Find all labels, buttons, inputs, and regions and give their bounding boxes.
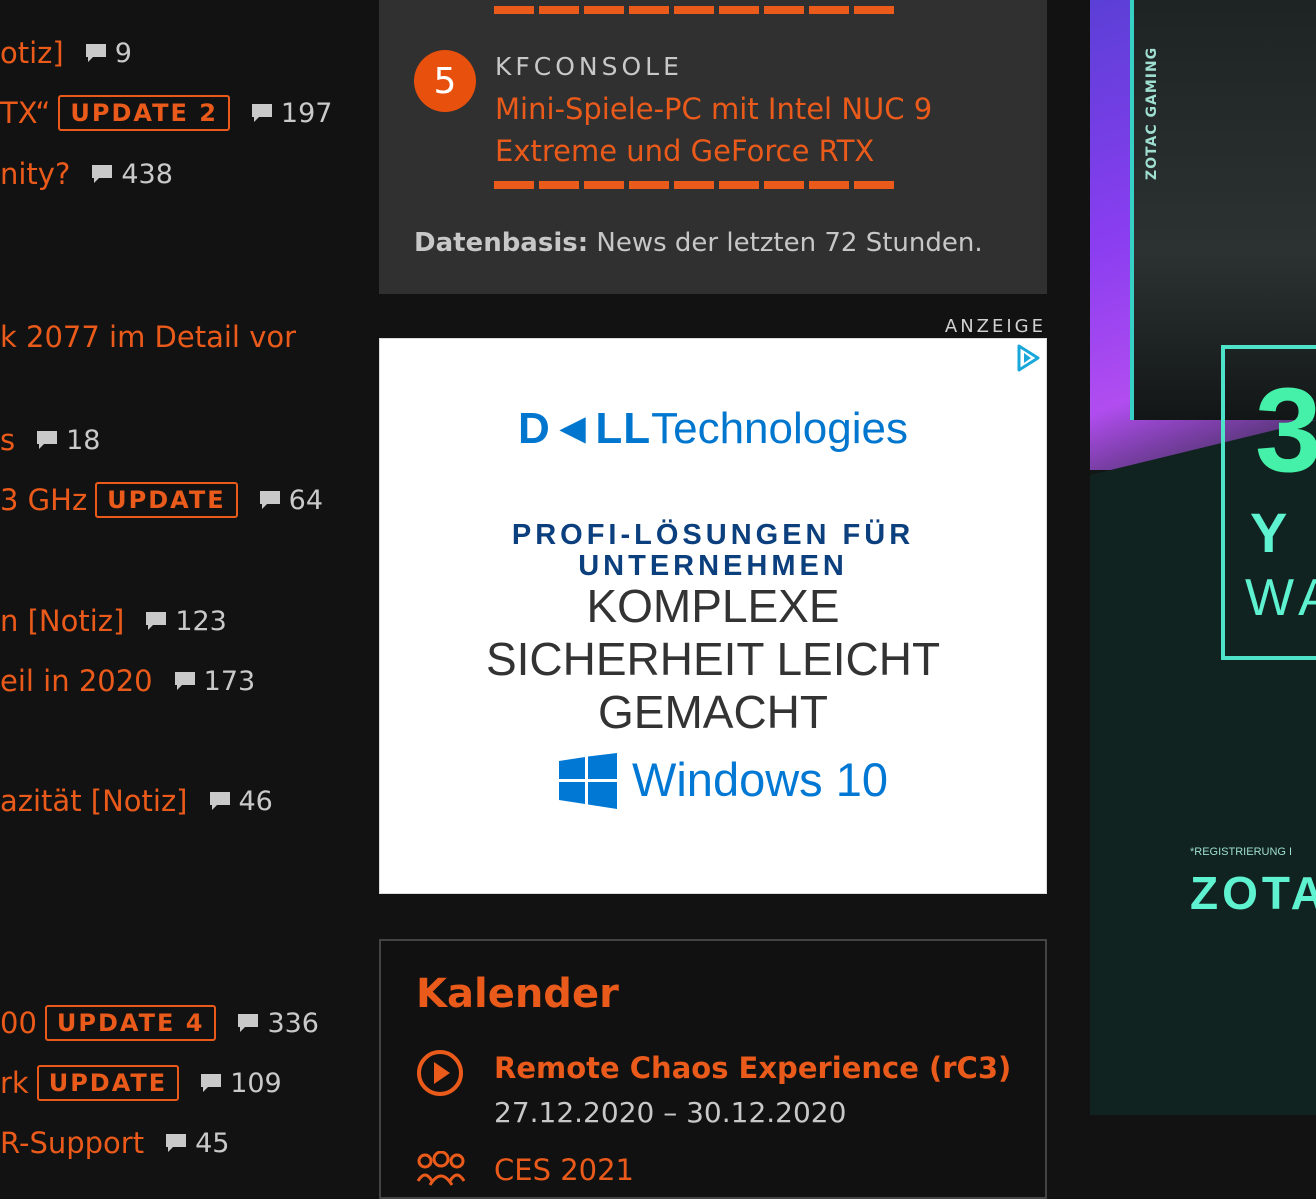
comment-count[interactable]: 46 [208,786,273,817]
comment-bubble-icon [92,165,113,183]
calendar-event-link[interactable]: Remote Chaos Experience (rC3) [494,1051,1011,1085]
news-item-title[interactable]: s [0,423,15,457]
comment-bubble-icon [209,792,230,810]
comment-count-value: 173 [203,665,256,697]
zotac-gaming-vertical-label: ZOTAC GAMING [1144,46,1160,180]
data-basis-text: News der letzten 72 Stunden. [596,228,983,258]
warranty-years-label: Y [1250,501,1304,564]
news-item-title[interactable]: 00 [0,1006,37,1040]
calendar-panel: Kalender Remote Chaos Experience (rC3) 2… [379,939,1047,1199]
warranty-years-number: 3 [1255,363,1316,497]
comment-count[interactable]: 197 [250,97,333,129]
news-item-title[interactable]: 3 GHz [0,483,87,517]
comment-bubble-icon [259,491,280,509]
comment-count-value: 18 [66,424,101,456]
rank-category: KFCONSOLE [495,52,683,81]
comment-bubble-icon [146,612,167,630]
ad-label: ANZEIGE [944,316,1046,337]
news-list: otiz] 9 TX“ UPDATE 2 197 nity? 438 k 2077 im De… [0,0,360,1182]
comment-bubble-icon [238,1014,259,1032]
update-badge: UPDATE 2 [58,95,230,131]
comment-bubble-icon [251,104,272,122]
comment-count-value: 336 [267,1007,319,1039]
update-badge: UPDATE [36,1065,180,1101]
dell-logo-bold: D◄LL [518,404,652,453]
news-item[interactable]: R-Support 45 [0,1123,229,1163]
top-news-panel: 5 KFCONSOLE Mini-Spiele-PC mit Intel NUC… [379,0,1047,294]
news-item-title[interactable]: eil in 2020 [0,664,153,698]
comment-count-value: 123 [175,605,227,637]
news-item[interactable]: otiz] 9 [0,33,132,73]
comment-count[interactable]: 64 [258,485,323,516]
ad-subline: KOMPLEXE SICHERHEIT LEICHT GEMACHT [485,580,941,738]
comment-bubble-icon [37,431,58,449]
news-item-title[interactable]: n [Notiz] [0,604,124,638]
comment-count-value: 109 [230,1067,282,1099]
warranty-label: WA [1245,569,1316,627]
comment-count[interactable]: 123 [144,606,227,637]
comment-bubble-icon [201,1074,222,1092]
news-item[interactable]: s 18 [0,420,100,460]
rank-article-link[interactable]: Mini-Spiele-PC mit Intel NUC 9 Extreme u… [495,88,955,172]
news-item-title[interactable]: TX“ [0,96,50,130]
windows-10-label: Windows 10 [632,753,888,806]
calendar-event-date: 27.12.2020 – 30.12.2020 [494,1096,847,1129]
comment-bubble-icon [166,1134,187,1152]
news-item[interactable]: azität [Notiz] 46 [0,781,273,821]
news-item[interactable]: 00 UPDATE 4 336 [0,1003,319,1043]
comment-bubble-icon [85,44,106,62]
comment-count-value: 9 [114,37,132,69]
news-item[interactable]: eil in 2020 173 [0,661,255,701]
comment-bubble-icon [174,672,195,690]
news-item[interactable]: TX“ UPDATE 2 197 [0,93,332,133]
comment-count-value: 45 [195,1127,230,1159]
news-item-title[interactable]: otiz] [0,36,64,70]
news-item[interactable]: rk UPDATE 109 [0,1063,282,1103]
news-item-title[interactable]: rk [0,1066,29,1100]
comment-count[interactable]: 18 [35,425,100,456]
news-item-title[interactable]: k 2077 im Detail vor [0,320,296,354]
people-group-icon [416,1151,466,1186]
comment-count[interactable]: 438 [90,159,173,190]
news-item[interactable]: 3 GHz UPDATE 64 [0,480,323,520]
adchoices-icon[interactable] [1014,343,1042,373]
zotac-brand-text: ZOTA [1190,867,1316,919]
rank-number-badge: 5 [414,50,476,112]
news-item[interactable]: nity? 438 [0,154,173,194]
windows-logo-icon [559,753,617,809]
rank-divider-bottom [494,181,894,189]
ad-headline: PROFI-LÖSUNGEN FÜR UNTERNEHMEN [511,519,915,582]
news-item-title[interactable]: azität [Notiz] [0,784,188,818]
comment-count[interactable]: 9 [84,38,132,69]
play-circle-icon [417,1050,463,1096]
comment-count-value: 197 [280,97,333,129]
calendar-heading: Kalender [416,971,619,1017]
comment-count-value: 438 [121,158,173,190]
dell-technologies-logo: D◄LLTechnologies [379,404,1047,454]
update-badge: UPDATE [95,482,238,518]
dell-logo-light: Technologies [651,404,908,453]
news-item-title[interactable]: R-Support [0,1126,144,1160]
comment-count[interactable]: 109 [199,1068,282,1099]
rank-divider-top [494,6,894,14]
comment-count-value: 64 [288,484,324,516]
comment-count[interactable]: 45 [164,1128,229,1159]
comment-count[interactable]: 336 [236,1008,319,1039]
comment-count-value: 46 [238,785,273,817]
registration-note: *REGISTRIERUNG I [1190,846,1293,858]
comment-count[interactable]: 173 [173,665,256,697]
news-item-title[interactable]: nity? [0,157,70,191]
news-item[interactable]: n [Notiz] 123 [0,601,227,641]
data-basis-note: Datenbasis: News der letzten 72 Stunden. [414,228,983,258]
data-basis-label: Datenbasis: [414,228,589,258]
news-item[interactable]: k 2077 im Detail vor [0,317,296,357]
update-badge: UPDATE 4 [44,1005,217,1041]
